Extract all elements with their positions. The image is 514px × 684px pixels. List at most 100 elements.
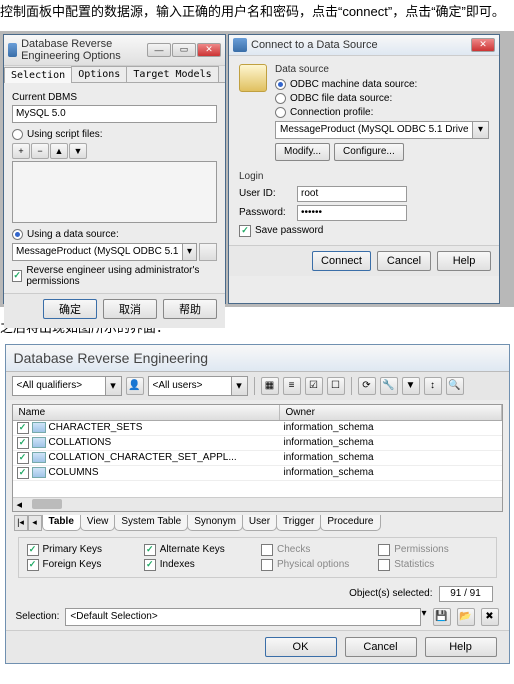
stats-checkbox[interactable] [378, 559, 390, 571]
tool-icon[interactable]: 🔧 [380, 377, 398, 395]
password-field[interactable] [297, 205, 407, 221]
add-file-icon[interactable]: + [12, 143, 30, 159]
datasource-select[interactable] [275, 121, 473, 139]
cancel-button[interactable]: Cancel [345, 637, 417, 657]
table-row[interactable]: ✓CHARACTER_SETSinformation_schema [13, 421, 502, 436]
tab-trigger[interactable]: Trigger [276, 515, 321, 531]
current-dbms-field[interactable] [12, 105, 217, 123]
close-button[interactable]: ✕ [471, 38, 495, 52]
scrollbar[interactable]: ◂ [13, 497, 502, 511]
qualifiers-combo[interactable] [12, 376, 106, 396]
tab-selection[interactable]: Selection [4, 67, 72, 83]
tab-synonym[interactable]: Synonym [187, 515, 243, 531]
datasource-group-label: Data source [239, 64, 489, 75]
table-row[interactable]: ✓ COLLATION_CHARACTER_SET_APPL... informat… [13, 451, 502, 466]
cancel-button[interactable]: 取消 [103, 299, 157, 319]
ak-checkbox[interactable]: ✓ [144, 544, 156, 556]
row-owner: information_schema [280, 451, 502, 464]
row-checkbox[interactable]: ✓ [17, 422, 29, 434]
screenshot-area-1: Database Reverse Engineering Options — ▭… [0, 31, 514, 307]
save-password-checkbox[interactable]: ✓ [239, 225, 251, 237]
chevron-down-icon[interactable]: ▾ [183, 243, 197, 261]
perms-checkbox[interactable] [378, 544, 390, 556]
idx-label: Indexes [160, 559, 195, 570]
row-checkbox[interactable]: ✓ [17, 452, 29, 464]
ok-button[interactable]: OK [265, 637, 337, 657]
move-down-icon[interactable]: ▼ [69, 143, 87, 159]
users-combo[interactable] [148, 376, 232, 396]
selection-combo[interactable] [65, 608, 421, 626]
ok-button[interactable]: 确定 [43, 299, 97, 319]
tab-target-models[interactable]: Target Models [126, 66, 218, 82]
checks-checkbox[interactable] [261, 544, 273, 556]
admin-perm-checkbox[interactable]: ✓ [12, 270, 22, 282]
configure-button[interactable]: Configure... [334, 143, 404, 161]
using-datasource-label: Using a data source: [27, 229, 119, 240]
row-name: CHARACTER_SETS [49, 422, 143, 433]
pk-checkbox[interactable]: ✓ [27, 544, 39, 556]
datasource-browse-icon[interactable] [199, 243, 217, 261]
table-row[interactable]: ✓COLLATIONSinformation_schema [13, 436, 502, 451]
help-button[interactable]: 帮助 [163, 299, 217, 319]
tab-nav-first[interactable]: |◂ [14, 515, 28, 531]
row-name: COLUMNS [49, 467, 99, 478]
help-button[interactable]: Help [437, 251, 491, 271]
modify-button[interactable]: Modify... [275, 143, 330, 161]
current-dbms-label: Current DBMS [12, 92, 217, 103]
chevron-down-icon[interactable]: ▾ [232, 376, 248, 396]
odbc-file-radio[interactable] [275, 93, 286, 104]
table-row[interactable]: ✓COLUMNSinformation_schema [13, 466, 502, 481]
filter-icon[interactable]: ▼ [402, 377, 420, 395]
chevron-down-icon[interactable]: ▾ [421, 608, 426, 626]
grid-icon[interactable]: ▦ [261, 377, 279, 395]
sort-icon[interactable]: ↕ [424, 377, 442, 395]
idx-checkbox[interactable]: ✓ [144, 559, 156, 571]
find-icon[interactable]: 🔍 [446, 377, 464, 395]
using-script-radio[interactable] [12, 129, 23, 140]
password-label: Password: [239, 207, 297, 218]
cancel-button[interactable]: Cancel [377, 251, 431, 271]
chevron-down-icon[interactable]: ▾ [106, 376, 122, 396]
refresh-icon[interactable]: ⟳ [358, 377, 376, 395]
close-button[interactable]: ✕ [197, 43, 221, 57]
row-checkbox[interactable]: ✓ [17, 437, 29, 449]
save-password-label: Save password [255, 225, 323, 236]
tab-nav-prev[interactable]: ◂ [28, 515, 42, 531]
admin-perm-label: Reverse engineer using administrator's p… [26, 265, 217, 287]
connect-button[interactable]: Connect [312, 251, 371, 271]
tab-table[interactable]: Table [42, 515, 81, 531]
maximize-button[interactable]: ▭ [172, 43, 196, 57]
tab-view[interactable]: View [80, 515, 116, 531]
col-name-header[interactable]: Name [13, 405, 280, 420]
remove-file-icon[interactable]: − [31, 143, 49, 159]
tab-user[interactable]: User [242, 515, 277, 531]
row-name: COLLATION_CHARACTER_SET_APPL... [49, 452, 237, 463]
tab-system-table[interactable]: System Table [114, 515, 188, 531]
delete-selection-icon[interactable]: ✖ [481, 608, 499, 626]
checks-label: Checks [277, 544, 310, 555]
select-all-icon[interactable]: ☑ [305, 377, 323, 395]
move-up-icon[interactable]: ▲ [50, 143, 68, 159]
help-button[interactable]: Help [425, 637, 497, 657]
open-selection-icon[interactable]: 📂 [457, 608, 475, 626]
deselect-all-icon[interactable]: ☐ [327, 377, 345, 395]
save-selection-icon[interactable]: 💾 [433, 608, 451, 626]
help-icon[interactable] [18, 303, 25, 319]
connection-profile-radio[interactable] [275, 107, 286, 118]
phys-checkbox[interactable] [261, 559, 273, 571]
connection-profile-label: Connection profile: [290, 107, 373, 118]
tab-options[interactable]: Options [71, 66, 127, 82]
userid-field[interactable] [297, 186, 407, 202]
odbc-machine-label: ODBC machine data source: [290, 79, 417, 90]
odbc-machine-radio[interactable] [275, 79, 286, 90]
script-files-list[interactable] [12, 161, 217, 223]
datasource-combo[interactable] [12, 243, 183, 261]
row-checkbox[interactable]: ✓ [17, 467, 29, 479]
list-icon[interactable]: ≡ [283, 377, 301, 395]
minimize-button[interactable]: — [147, 43, 171, 57]
using-datasource-radio[interactable] [12, 229, 23, 240]
tab-procedure[interactable]: Procedure [320, 515, 380, 531]
col-owner-header[interactable]: Owner [280, 405, 502, 420]
chevron-down-icon[interactable]: ▾ [473, 121, 489, 139]
fk-checkbox[interactable]: ✓ [27, 559, 39, 571]
